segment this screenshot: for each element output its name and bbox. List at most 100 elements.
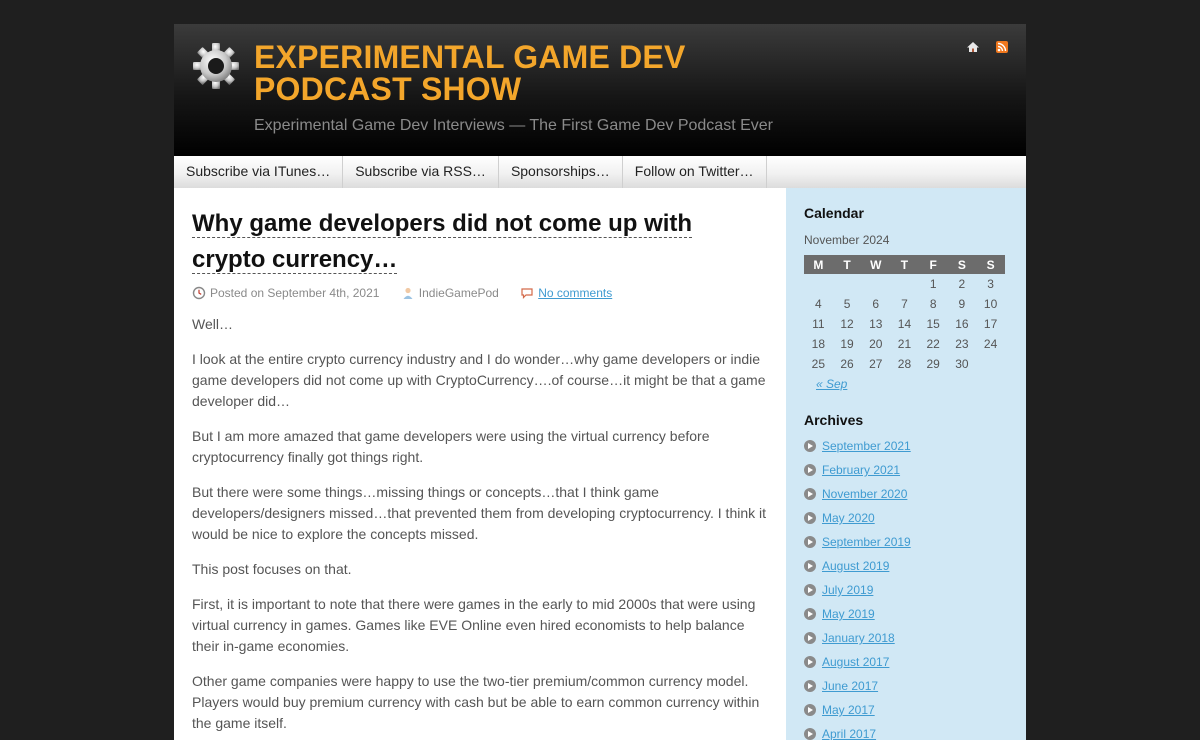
archive-link[interactable]: August 2017: [822, 655, 889, 669]
archive-link[interactable]: February 2021: [822, 463, 900, 477]
calendar-week-row: 18 19 20 21 22 23 24: [804, 334, 1005, 354]
archive-link[interactable]: November 2020: [822, 487, 907, 501]
circle-arrow-icon: [804, 536, 816, 548]
archive-item: September 2019: [804, 530, 911, 554]
calendar-day: 24: [983, 337, 998, 351]
archive-item: January 2018: [804, 626, 911, 650]
circle-arrow-icon: [804, 464, 816, 476]
calendar-day: 1: [929, 277, 937, 291]
calendar-weekday: S: [947, 255, 977, 274]
calendar-day: 5: [843, 297, 851, 311]
calendar-day: 17: [983, 317, 998, 331]
circle-arrow-icon: [804, 560, 816, 572]
nav-item-itunes[interactable]: Subscribe via ITunes…: [174, 156, 344, 188]
archive-link[interactable]: May 2020: [822, 511, 875, 525]
main-content: Why game developers did not come up with…: [192, 188, 772, 734]
calendar-day: [976, 354, 1005, 374]
calendar-day: 14: [897, 317, 912, 331]
site-title-line2: PODCAST SHOW: [254, 71, 522, 107]
calendar-weekday: T: [890, 255, 919, 274]
nav-item-twitter[interactable]: Follow on Twitter…: [623, 156, 767, 188]
post-date-text: Posted on September 4th, 2021: [210, 285, 380, 300]
sidebar: Calendar November 2024 MTWTFSS 123456789…: [786, 188, 1026, 740]
post-date: Posted on September 4th, 2021: [192, 285, 379, 301]
calendar-day: 13: [869, 317, 883, 331]
calendar-day: 23: [955, 337, 969, 351]
archives-heading: Archives: [804, 412, 864, 428]
rss-icon[interactable]: [995, 40, 1009, 54]
post-paragraph: Other game companies were happy to use t…: [192, 673, 760, 731]
calendar-weekday: S: [976, 255, 1005, 274]
calendar-day: 8: [929, 297, 937, 311]
calendar-day: 26: [840, 357, 854, 371]
post-author-text[interactable]: IndieGamePod: [419, 286, 499, 300]
archive-item: August 2017: [804, 650, 911, 674]
calendar-day: 10: [983, 297, 998, 311]
circle-arrow-icon: [804, 728, 816, 740]
calendar-day: 2: [958, 277, 966, 291]
calendar-week-row: 1 2 3: [804, 274, 1005, 294]
gear-icon: [193, 43, 239, 89]
calendar-week-row: 4 5 6 7 8 9 10: [804, 294, 1005, 314]
calendar-day: 30: [955, 357, 969, 371]
circle-arrow-icon: [804, 656, 816, 668]
calendar-day: 22: [926, 337, 940, 351]
calendar-day: 15: [926, 317, 940, 331]
site-header: EXPERIMENTAL GAME DEV PODCAST SHOW Exper…: [174, 24, 1026, 156]
calendar-weekday: W: [861, 255, 891, 274]
circle-arrow-icon: [804, 440, 816, 452]
calendar-week-row: 11 12 13 14 15 16 17: [804, 314, 1005, 334]
post-paragraph: First, it is important to note that ther…: [192, 596, 756, 654]
calendar-day: [861, 274, 890, 294]
calendar-day: 6: [872, 297, 880, 311]
archive-link[interactable]: July 2019: [822, 583, 873, 597]
comments-link[interactable]: No comments: [538, 286, 612, 300]
archives-list: September 2021 February 2021 November 2020…: [804, 434, 911, 740]
calendar-day: [804, 274, 833, 294]
archive-link[interactable]: May 2019: [822, 607, 875, 621]
calendar-caption: November 2024: [804, 233, 890, 247]
archive-link[interactable]: September 2019: [822, 535, 911, 549]
calendar-day: 4: [815, 297, 822, 311]
calendar-day: [833, 274, 862, 294]
post-paragraph: But I am more amazed that game developer…: [192, 428, 710, 465]
archive-link[interactable]: January 2018: [822, 631, 895, 645]
post-title-line2[interactable]: crypto currency…: [192, 246, 398, 274]
archive-link[interactable]: September 2021: [822, 439, 911, 453]
archive-link[interactable]: April 2017: [822, 727, 876, 740]
archive-item: February 2021: [804, 458, 911, 482]
calendar-weekday: F: [918, 255, 948, 274]
calendar-weekday-row: MTWTFSS: [804, 255, 1005, 274]
calendar-day: 12: [840, 317, 854, 331]
nav-item-sponsorships[interactable]: Sponsorships…: [499, 156, 623, 188]
archive-item: May 2017: [804, 698, 911, 722]
archive-item: September 2021: [804, 434, 911, 458]
circle-arrow-icon: [804, 632, 816, 644]
post-comments: No comments: [520, 285, 612, 301]
nav-item-rss[interactable]: Subscribe via RSS…: [343, 156, 499, 188]
calendar-day: [890, 274, 919, 294]
calendar-day: 7: [901, 297, 908, 311]
calendar-day: 28: [897, 357, 912, 371]
archive-item: May 2019: [804, 602, 911, 626]
archive-link[interactable]: June 2017: [822, 679, 878, 693]
archive-link[interactable]: May 2017: [822, 703, 875, 717]
calendar-day: 9: [958, 297, 966, 311]
post-title[interactable]: Why game developers did not come up with…: [192, 206, 772, 278]
calendar-day: 25: [811, 357, 826, 371]
home-icon[interactable]: [966, 40, 980, 54]
archive-link[interactable]: August 2019: [822, 559, 889, 573]
site-title[interactable]: EXPERIMENTAL GAME DEV PODCAST SHOW: [254, 41, 686, 105]
calendar-day: 27: [869, 357, 883, 371]
main-nav: Subscribe via ITunes… Subscribe via RSS……: [174, 156, 1026, 188]
calendar-prev-link[interactable]: « Sep: [816, 377, 847, 391]
page-wrapper: EXPERIMENTAL GAME DEV PODCAST SHOW Exper…: [174, 24, 1026, 740]
calendar-day: 16: [955, 317, 969, 331]
calendar-day: 18: [811, 337, 826, 351]
circle-arrow-icon: [804, 680, 816, 692]
calendar-weekday: T: [832, 255, 862, 274]
calendar-body: 1 2 3 4 5 6 7 8 9 10 11 12 13 14 15 16 17 18 19 20 21 22 23 24 2…: [804, 274, 1005, 374]
post-meta: Posted on September 4th, 2021 IndieGameP…: [192, 284, 772, 300]
post-title-line1[interactable]: Why game developers did not come up with: [192, 210, 693, 238]
user-icon: [403, 287, 413, 299]
